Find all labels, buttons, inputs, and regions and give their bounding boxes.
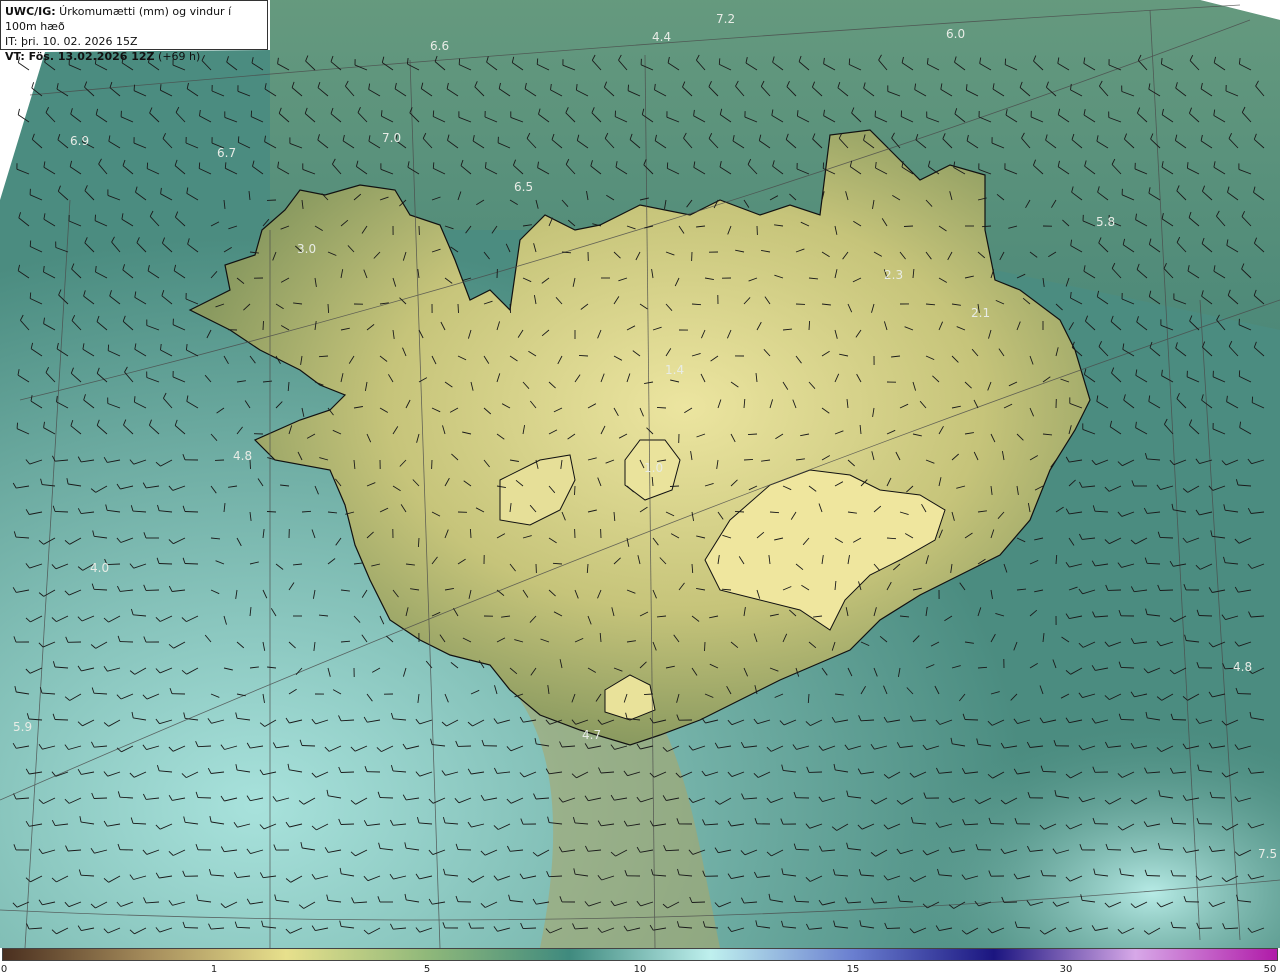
- colorbar-tick: 1: [210, 964, 218, 975]
- wind-barb-flag: [133, 396, 136, 403]
- init-time-line: IT: þri. 10. 02. 2026 15Z: [5, 34, 263, 49]
- value-label: 6.0: [946, 27, 965, 41]
- wind-barb: [301, 745, 316, 747]
- value-label: 7.0: [382, 131, 401, 145]
- wind-barb: [903, 225, 914, 227]
- value-label: 5.9: [13, 720, 32, 734]
- wind-barb-flag: [965, 84, 968, 91]
- wind-barb-flag: [29, 292, 32, 299]
- value-label: 2.3: [884, 268, 903, 282]
- wind-barb: [578, 354, 589, 357]
- wind-barb-flag: [432, 110, 435, 117]
- wind-barb-flag: [237, 136, 240, 143]
- wind-barb: [1146, 875, 1161, 877]
- product-name: UWC/IG:: [5, 5, 56, 18]
- wind-barb: [691, 901, 706, 903]
- value-label: 6.7: [217, 146, 236, 160]
- wind-barb-flag: [198, 162, 201, 169]
- wind-barb: [574, 485, 576, 496]
- wind-barb: [656, 406, 667, 409]
- value-label: 7.5: [1258, 847, 1277, 861]
- wind-barb-flag: [848, 58, 851, 65]
- wind-barb: [417, 537, 420, 548]
- wind-barb: [327, 303, 330, 314]
- wind-barb-flag: [380, 110, 383, 117]
- wind-barb: [340, 771, 355, 773]
- value-label: 4.7: [582, 728, 601, 742]
- value-label: 4.0: [90, 561, 109, 575]
- value-label: 2.1: [971, 306, 990, 320]
- wind-barb: [509, 303, 512, 314]
- wind-barb: [54, 719, 69, 721]
- init-label: IT:: [5, 35, 18, 48]
- valid-lead: (+69 h): [154, 50, 201, 63]
- wind-barb: [704, 641, 706, 652]
- wind-barb-flag: [224, 162, 227, 169]
- wind-barb: [340, 823, 355, 825]
- wind-barb: [643, 693, 654, 696]
- map-header: UWC/IG: Úrkomumætti (mm) og vindur í 100…: [0, 0, 268, 63]
- wind-barb: [1159, 589, 1174, 591]
- value-label: 4.8: [1233, 660, 1252, 674]
- wind-barb: [266, 511, 277, 513]
- wind-barb: [379, 797, 394, 799]
- wind-barb: [886, 927, 901, 929]
- wind-barb: [669, 485, 680, 487]
- colorbar-strip: [2, 948, 1278, 961]
- init-time: þri. 10. 02. 2026 15Z: [17, 35, 138, 48]
- wind-barb-flag: [1186, 162, 1189, 169]
- wind-barb: [184, 563, 199, 565]
- wind-barb: [262, 320, 264, 331]
- wind-barb: [1159, 536, 1174, 539]
- wind-barb-flag: [432, 162, 435, 169]
- wind-barb: [93, 797, 108, 799]
- colorbar: 0 1 5 10 15 30 50: [0, 948, 1280, 978]
- value-label: 6.9: [70, 134, 89, 148]
- colorbar-tick: 10: [633, 964, 647, 975]
- title-line: UWC/IG: Úrkomumætti (mm) og vindur í 100…: [5, 4, 263, 34]
- wind-barb: [1120, 718, 1135, 721]
- value-label: 6.5: [514, 180, 533, 194]
- value-label: 4.4: [652, 30, 671, 44]
- wind-barb: [1172, 927, 1187, 929]
- value-label: 4.8: [233, 449, 252, 463]
- wind-barb: [964, 719, 979, 721]
- wind-barb: [522, 927, 537, 930]
- wind-barb: [469, 528, 472, 539]
- wind-barb: [158, 563, 173, 565]
- value-label: 7.2: [716, 12, 735, 26]
- colorbar-tick: 15: [846, 964, 860, 975]
- wind-barb: [457, 303, 459, 314]
- value-label: 5.8: [1096, 215, 1115, 229]
- wind-barb: [1198, 615, 1213, 617]
- wind-barb: [1042, 770, 1057, 773]
- colorbar-tick: 0: [0, 964, 8, 975]
- wind-barb-flag: [718, 58, 721, 65]
- colorbar-tick: 50: [1263, 964, 1277, 975]
- colorbar-tick: 30: [1059, 964, 1073, 975]
- wind-barb: [54, 510, 69, 513]
- valid-time-line: VT: Fös. 13.02.2026 12Z (+69 h): [5, 49, 263, 64]
- colorbar-tick: 5: [423, 964, 431, 975]
- wind-barb-flag: [29, 240, 32, 247]
- wind-barb-flag: [536, 58, 539, 65]
- wind-barb: [1172, 719, 1187, 721]
- valid-label: VT: Fös. 13.02.2026 12Z: [5, 50, 155, 63]
- wind-barb: [747, 433, 758, 436]
- value-label: 1.0: [644, 461, 663, 475]
- wind-barb: [184, 511, 199, 513]
- wind-barb: [743, 458, 754, 461]
- value-label: 1.4: [665, 363, 684, 377]
- wind-barb-flag: [159, 84, 162, 91]
- value-label: 6.6: [430, 39, 449, 53]
- value-label: 3.0: [297, 242, 316, 256]
- forecast-map: 7.2 4.4 6.0 6.6 6.9 6.7 7.0 6.5 5.8 3.0 …: [0, 0, 1280, 948]
- wind-barb: [734, 510, 745, 513]
- wind-barb: [1120, 666, 1135, 669]
- wind-barb-flag: [796, 110, 799, 117]
- wind-barb: [808, 320, 811, 331]
